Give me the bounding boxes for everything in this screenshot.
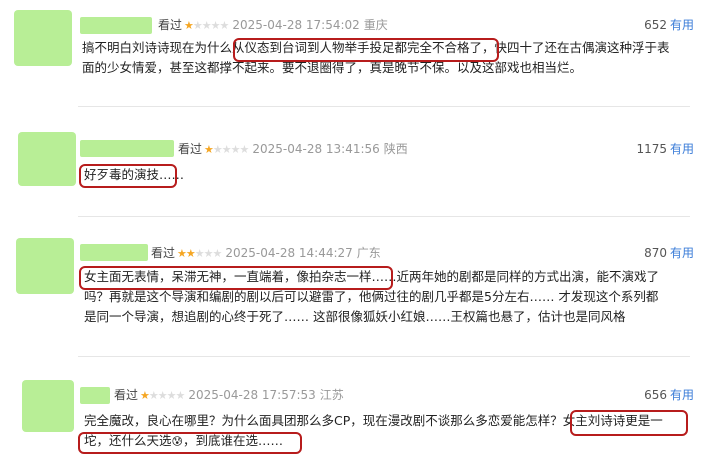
highlight-box <box>570 410 688 436</box>
avatar[interactable] <box>16 238 74 294</box>
username-redacted[interactable] <box>80 244 148 261</box>
divider <box>78 216 690 217</box>
review-item: 看过 ★★★★★ 2025-04-28 14:44:27 广东 870 有用 女主面无表… <box>0 230 720 357</box>
avatar[interactable] <box>22 380 74 432</box>
seen-label: 看过 <box>178 142 203 156</box>
review-location: 重庆 <box>363 18 388 32</box>
useful-count: 1175 <box>636 142 667 156</box>
useful-button[interactable]: 1175 有用 <box>636 142 694 156</box>
rating-stars: ★★★★★ <box>177 247 222 260</box>
review-item: 看过 ★★★★★ 2025-04-28 13:41:56 陕西 1175 有用 好歹毒的… <box>0 120 720 217</box>
avatar[interactable] <box>18 132 76 186</box>
review-date: 2025-04-28 17:54:02 <box>232 18 360 32</box>
username-redacted[interactable] <box>80 17 152 34</box>
review-meta: 看过 ★★★★★ 2025-04-28 13:41:56 陕西 <box>178 142 408 157</box>
avatar[interactable] <box>14 10 72 66</box>
review-meta: 看过 ★★★★★ 2025-04-28 14:44:27 广东 <box>151 246 381 261</box>
review-meta: 看过 ★★★★★ 2025-04-28 17:57:53 江苏 <box>114 388 344 403</box>
useful-label: 有用 <box>669 18 694 32</box>
review-item: 看过 ★★★★★ 2025-04-28 17:54:02 重庆 652 有用 搞不明白刘… <box>0 0 720 107</box>
review-date: 2025-04-28 13:41:56 <box>252 142 380 156</box>
review-location: 江苏 <box>319 388 344 402</box>
rating-stars: ★★★★★ <box>140 389 185 402</box>
seen-label: 看过 <box>114 388 139 402</box>
useful-button[interactable]: 652 有用 <box>644 18 694 32</box>
review-location: 陕西 <box>383 142 408 156</box>
username-redacted[interactable] <box>80 387 110 404</box>
review-item: 看过 ★★★★★ 2025-04-28 17:57:53 江苏 656 有用 完全魔改，… <box>0 370 720 461</box>
divider <box>78 106 690 107</box>
useful-button[interactable]: 870 有用 <box>644 246 694 260</box>
highlight-box <box>233 38 499 62</box>
divider <box>78 356 690 357</box>
rating-stars: ★★★★★ <box>204 143 249 156</box>
useful-label: 有用 <box>669 388 694 402</box>
highlight-box <box>78 432 302 454</box>
seen-label: 看过 <box>158 18 183 32</box>
review-date: 2025-04-28 14:44:27 <box>225 246 353 260</box>
useful-label: 有用 <box>669 142 694 156</box>
useful-label: 有用 <box>669 246 694 260</box>
useful-button[interactable]: 656 有用 <box>644 388 694 402</box>
rating-stars: ★★★★★ <box>184 19 229 32</box>
highlight-box <box>79 164 177 188</box>
highlight-box <box>79 266 393 290</box>
review-meta: 看过 ★★★★★ 2025-04-28 17:54:02 重庆 <box>158 18 388 33</box>
username-redacted[interactable] <box>80 140 174 157</box>
seen-label: 看过 <box>151 246 176 260</box>
useful-count: 652 <box>644 18 667 32</box>
review-location: 广东 <box>356 246 381 260</box>
useful-count: 656 <box>644 388 667 402</box>
useful-count: 870 <box>644 246 667 260</box>
review-date: 2025-04-28 17:57:53 <box>188 388 316 402</box>
